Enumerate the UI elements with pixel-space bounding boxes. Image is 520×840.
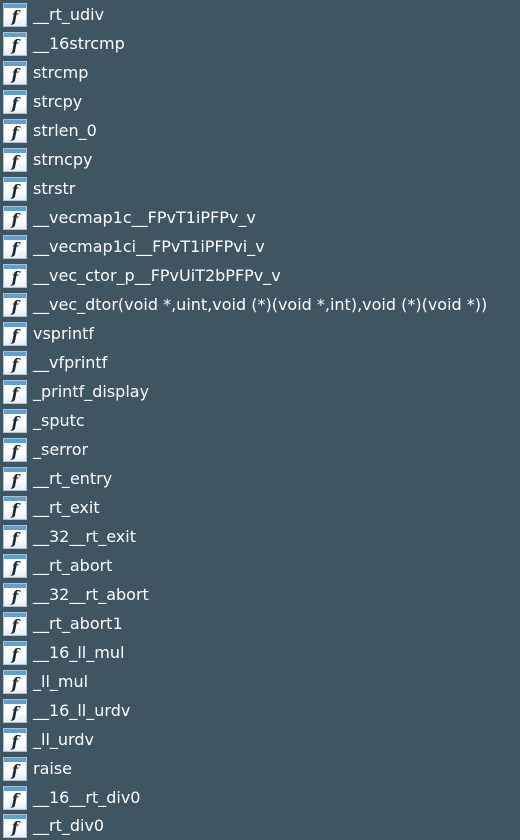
function-row[interactable]: f strlen_0: [0, 116, 520, 145]
function-icon: f: [3, 699, 27, 723]
function-icon: f: [3, 641, 27, 665]
function-row[interactable]: f __rt_abort1: [0, 609, 520, 638]
function-name: strcmp: [33, 63, 89, 82]
function-row[interactable]: f __rt_abort: [0, 551, 520, 580]
function-icon: f: [3, 612, 27, 636]
function-name: strcpy: [33, 92, 83, 111]
function-icon: f: [3, 293, 27, 317]
function-name: raise: [33, 759, 73, 778]
function-list: f __rt_udiv f __16strcmp f strcmp f strc…: [0, 0, 520, 840]
function-name: __rt_div0: [33, 816, 105, 835]
function-icon: f: [3, 554, 27, 578]
function-row[interactable]: f __vfprintf: [0, 348, 520, 377]
function-row[interactable]: f __16__rt_div0: [0, 783, 520, 812]
function-icon: f: [3, 206, 27, 230]
function-name: __vecmap1ci__FPvT1iPFPvi_v: [33, 237, 265, 256]
function-row[interactable]: f __rt_exit: [0, 493, 520, 522]
function-name: __rt_udiv: [33, 5, 105, 24]
function-icon: f: [3, 177, 27, 201]
function-icon: f: [3, 90, 27, 114]
function-row[interactable]: f __32__rt_exit: [0, 522, 520, 551]
function-icon: f: [3, 235, 27, 259]
function-row[interactable]: f __vecmap1c__FPvT1iPFPv_v: [0, 203, 520, 232]
function-name: strncpy: [33, 150, 93, 169]
function-row[interactable]: f strcmp: [0, 58, 520, 87]
function-name: _sputc: [33, 411, 85, 430]
function-name: __vec_dtor(void *,uint,void (*)(void *,i…: [33, 295, 488, 314]
function-name: _ll_mul: [33, 672, 89, 691]
function-row[interactable]: f strstr: [0, 174, 520, 203]
function-name: strstr: [33, 179, 76, 198]
function-icon: f: [3, 525, 27, 549]
function-name: _ll_urdv: [33, 730, 94, 749]
function-icon: f: [3, 351, 27, 375]
function-icon: f: [3, 3, 27, 27]
function-name: __16__rt_div0: [33, 788, 141, 807]
function-icon: f: [3, 814, 27, 838]
function-icon: f: [3, 438, 27, 462]
function-name: vsprintf: [33, 324, 95, 343]
function-row[interactable]: f _serror: [0, 435, 520, 464]
function-icon: f: [3, 148, 27, 172]
function-name: __vec_ctor_p__FPvUiT2bPFPv_v: [33, 266, 281, 285]
function-row[interactable]: f __16_ll_urdv: [0, 696, 520, 725]
function-row[interactable]: f _printf_display: [0, 377, 520, 406]
function-icon: f: [3, 409, 27, 433]
function-name: __vecmap1c__FPvT1iPFPv_v: [33, 208, 256, 227]
function-row[interactable]: f __rt_entry: [0, 464, 520, 493]
function-row[interactable]: f __32__rt_abort: [0, 580, 520, 609]
function-name: __rt_abort1: [33, 614, 123, 633]
function-row[interactable]: f __16strcmp: [0, 29, 520, 58]
function-name: __32__rt_abort: [33, 585, 149, 604]
function-icon: f: [3, 467, 27, 491]
function-row[interactable]: f __16_ll_mul: [0, 638, 520, 667]
function-icon: f: [3, 670, 27, 694]
function-row[interactable]: f __vec_ctor_p__FPvUiT2bPFPv_v: [0, 261, 520, 290]
function-row[interactable]: f raise: [0, 754, 520, 783]
function-icon: f: [3, 119, 27, 143]
function-name: _serror: [33, 440, 89, 459]
function-name: __rt_abort: [33, 556, 113, 575]
function-icon: f: [3, 496, 27, 520]
function-icon: f: [3, 380, 27, 404]
function-name: __32__rt_exit: [33, 527, 136, 546]
function-row[interactable]: f __rt_udiv: [0, 0, 520, 29]
function-name: __vfprintf: [33, 353, 108, 372]
function-row[interactable]: f _ll_urdv: [0, 725, 520, 754]
function-row[interactable]: f _ll_mul: [0, 667, 520, 696]
function-row[interactable]: f strncpy: [0, 145, 520, 174]
function-name: _printf_display: [33, 382, 150, 401]
function-icon: f: [3, 32, 27, 56]
function-name: __rt_exit: [33, 498, 100, 517]
function-row[interactable]: f __vec_dtor(void *,uint,void (*)(void *…: [0, 290, 520, 319]
function-icon: f: [3, 757, 27, 781]
function-icon: f: [3, 728, 27, 752]
function-name: __rt_entry: [33, 469, 113, 488]
function-name: __16_ll_urdv: [33, 701, 131, 720]
function-icon: f: [3, 322, 27, 346]
function-row[interactable]: f __vecmap1ci__FPvT1iPFPvi_v: [0, 232, 520, 261]
function-row[interactable]: f vsprintf: [0, 319, 520, 348]
function-icon: f: [3, 61, 27, 85]
function-row[interactable]: f strcpy: [0, 87, 520, 116]
function-icon: f: [3, 786, 27, 810]
function-icon: f: [3, 264, 27, 288]
function-row[interactable]: f _sputc: [0, 406, 520, 435]
function-name: strlen_0: [33, 121, 97, 140]
function-name: __16strcmp: [33, 34, 125, 53]
function-name: __16_ll_mul: [33, 643, 125, 662]
function-row[interactable]: f __rt_div0: [0, 811, 520, 840]
function-icon: f: [3, 583, 27, 607]
